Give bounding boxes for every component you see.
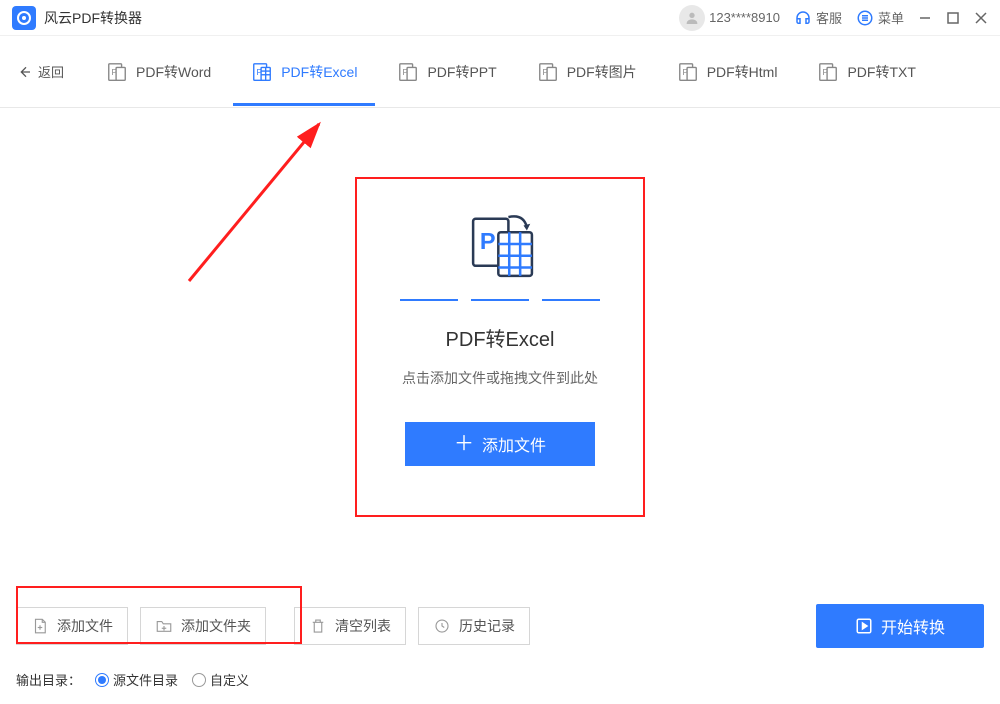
divider [400,299,600,301]
pdf-ppt-icon: P [397,61,419,83]
radio-source-dir[interactable]: 源文件目录 [95,670,178,689]
tab-pdf-to-image[interactable]: P PDF转图片 [519,39,655,105]
avatar-icon [679,5,705,31]
headset-icon [794,9,812,27]
start-convert-button[interactable]: 开始转换 [816,604,984,648]
play-icon [855,617,873,635]
close-button[interactable] [974,11,988,25]
user-id: 123****8910 [709,10,780,25]
add-file-button[interactable]: 添加文件 [16,607,128,645]
minimize-button[interactable] [918,11,932,25]
pdf-image-icon: P [537,61,559,83]
output-dir-label: 输出目录： [16,670,81,689]
arrow-left-icon [16,64,32,80]
folder-plus-icon [155,617,173,635]
file-plus-icon [31,617,49,635]
support-link[interactable]: 客服 [794,8,842,27]
history-button[interactable]: 历史记录 [418,607,530,645]
plus-icon: ＋ [454,434,474,454]
clock-icon [433,617,451,635]
dropzone-title: PDF转Excel [446,323,555,352]
menu-icon [856,9,874,27]
tab-pdf-to-word[interactable]: P PDF转Word [88,39,229,105]
add-folder-button[interactable]: 添加文件夹 [140,607,266,645]
tab-pdf-to-html[interactable]: P PDF转Html [659,39,796,105]
clear-list-button[interactable]: 清空列表 [294,607,406,645]
app-name: 风云PDF转换器 [44,8,142,28]
back-button[interactable]: 返回 [16,62,64,81]
app-logo [12,6,36,30]
add-file-primary-button[interactable]: ＋ 添加文件 [405,422,595,466]
pdf-excel-large-icon: P [458,207,542,291]
tab-pdf-to-ppt[interactable]: P PDF转PPT [379,39,514,105]
dropzone[interactable]: P PDF转Excel 点击添加文件或拖拽文件到此处 ＋ 添加文件 [355,177,645,517]
pdf-excel-icon: P [251,61,273,83]
tab-pdf-to-txt[interactable]: P PDF转TXT [799,39,933,105]
tab-pdf-to-excel[interactable]: P PDF转Excel [233,39,375,105]
maximize-button[interactable] [946,11,960,25]
radio-custom-dir[interactable]: 自定义 [192,670,249,689]
pdf-txt-icon: P [817,61,839,83]
trash-icon [309,617,327,635]
pdf-html-icon: P [677,61,699,83]
pdf-word-icon: P [106,61,128,83]
dropzone-subtitle: 点击添加文件或拖拽文件到此处 [402,368,598,388]
menu-button[interactable]: 菜单 [856,8,904,27]
svg-text:P: P [480,228,496,254]
annotation-arrow [184,116,344,286]
user-account[interactable]: 123****8910 [679,5,780,31]
